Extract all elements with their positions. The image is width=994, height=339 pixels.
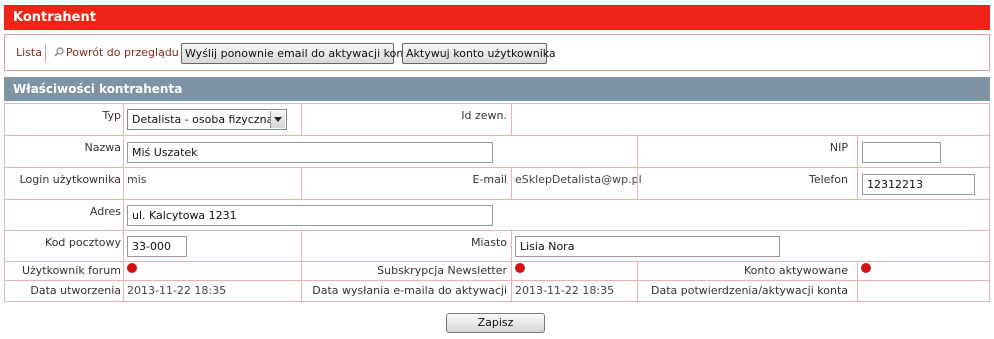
email-label: E-mail bbox=[472, 173, 508, 186]
form-row-name: Nazwa NIP bbox=[4, 136, 990, 168]
activation-email-sent-value: 2013-11-22 18:35 bbox=[515, 284, 615, 297]
activate-account-button[interactable]: Aktywuj konto użytkownika bbox=[402, 43, 556, 64]
toolbar: Lista Powrót do przeglądu Wyślij ponowni… bbox=[4, 34, 990, 71]
newsletter-label: Subskrypcja Newsletter bbox=[377, 264, 507, 277]
form-row-status: Użytkownik forum Subskrypcja Newsletter … bbox=[4, 262, 990, 281]
nip-input[interactable] bbox=[862, 142, 941, 163]
address-input[interactable] bbox=[127, 205, 493, 226]
type-select-value: Detalista - osoba fizyczna bbox=[132, 113, 274, 126]
account-active-label: Konto aktywowane bbox=[743, 264, 848, 277]
phone-input[interactable] bbox=[862, 174, 975, 195]
external-id-label: Id zewn. bbox=[461, 109, 507, 122]
login-label: Login użytkownika bbox=[19, 173, 121, 186]
page-title: Kontrahent bbox=[4, 5, 990, 30]
magnifier-icon bbox=[54, 47, 64, 57]
email-value: eSklepDetalista@wp.pl bbox=[515, 173, 642, 186]
postal-code-input[interactable] bbox=[127, 236, 187, 257]
type-label: Typ bbox=[102, 109, 122, 122]
chevron-down-icon[interactable] bbox=[270, 111, 285, 128]
city-label: Miasto bbox=[470, 236, 507, 249]
save-button[interactable]: Zapisz bbox=[446, 313, 545, 333]
city-input[interactable] bbox=[515, 236, 780, 257]
address-label: Adres bbox=[89, 205, 121, 218]
nip-label: NIP bbox=[829, 141, 848, 154]
created-label: Data utworzenia bbox=[30, 284, 121, 297]
activation-email-sent-label: Data wysłania e-maila do aktywacji bbox=[312, 284, 507, 297]
back-to-overview-link[interactable]: Powrót do przeglądu bbox=[54, 46, 179, 59]
type-select[interactable]: Detalista - osoba fizyczna bbox=[127, 109, 287, 130]
account-active-status-icon bbox=[861, 263, 871, 273]
postal-code-label: Kod pocztowy bbox=[45, 236, 121, 249]
login-value: mis bbox=[127, 173, 147, 186]
section-title: Właściwości kontrahenta bbox=[4, 77, 990, 101]
name-label: Nazwa bbox=[84, 141, 121, 154]
created-value: 2013-11-22 18:35 bbox=[127, 284, 227, 297]
forum-user-label: Użytkownik forum bbox=[21, 264, 121, 277]
newsletter-status-icon bbox=[515, 263, 525, 273]
resend-activation-email-button[interactable]: Wyślij ponownie email do aktywacji konta bbox=[181, 43, 414, 64]
activation-confirmed-label: Data potwierdzenia/aktywacji konta bbox=[651, 284, 848, 297]
name-input[interactable] bbox=[127, 142, 493, 163]
toolbar-divider bbox=[45, 44, 46, 62]
list-link[interactable]: Lista bbox=[16, 46, 42, 59]
forum-user-status-icon bbox=[127, 263, 137, 273]
form-row-dates: Data utworzenia 2013-11-22 18:35 Data wy… bbox=[4, 281, 990, 302]
back-to-overview-label: Powrót do przeglądu bbox=[66, 46, 179, 59]
phone-label: Telefon bbox=[808, 173, 848, 186]
form-row-location: Kod pocztowy Miasto bbox=[4, 231, 990, 262]
form-row-address: Adres bbox=[4, 200, 990, 231]
form-row-type: Typ Detalista - osoba fizyczna Id zewn. bbox=[4, 103, 990, 136]
form-row-contact: Login użytkownika mis E-mail eSklepDetal… bbox=[4, 168, 990, 200]
